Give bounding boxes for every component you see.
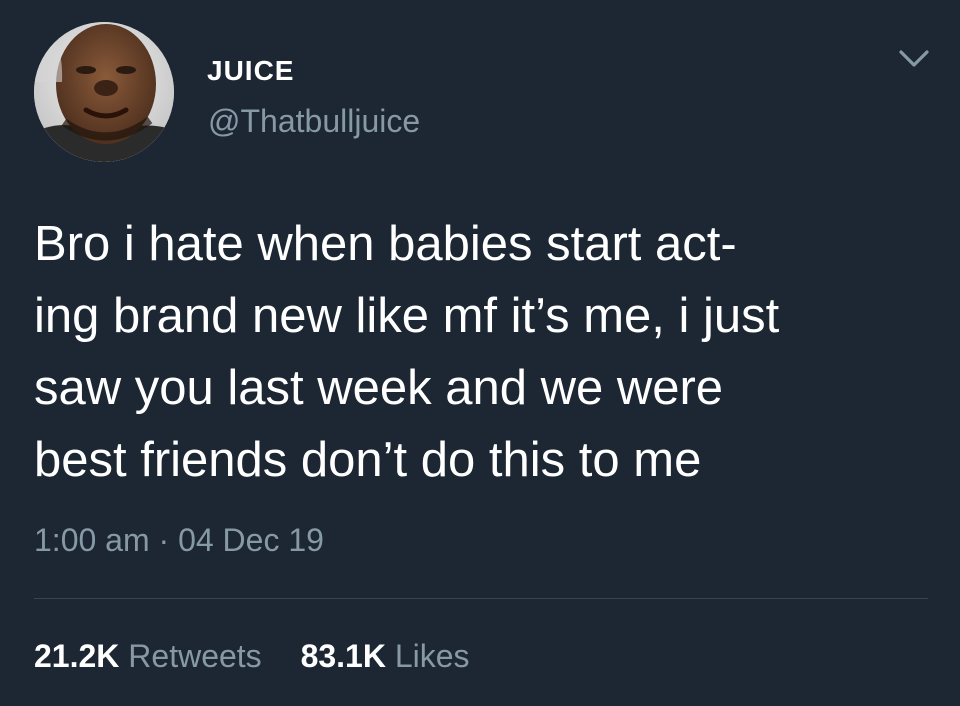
tweet-stats: 21.2K Retweets 83.1K Likes <box>34 638 500 675</box>
divider <box>34 598 928 599</box>
author-handle[interactable]: @Thatbulljuice <box>208 103 420 140</box>
likes-count: 83.1K <box>300 638 386 674</box>
profile-photo-icon <box>34 22 174 162</box>
tweet-text-line: ing brand new like mf it’s me, i just <box>34 289 780 343</box>
tweet-date: 04 Dec 19 <box>178 522 324 558</box>
timestamp-separator: · <box>158 522 170 558</box>
tweet-text-line: Bro i hate when babies start act- <box>34 217 737 271</box>
retweets-stat[interactable]: 21.2K Retweets <box>34 638 271 674</box>
author-name[interactable]: JUICE <box>207 55 294 87</box>
likes-label: Likes <box>394 638 470 674</box>
tweet-text-line: saw you last week and we were <box>34 361 724 415</box>
retweets-label: Retweets <box>128 638 262 674</box>
tweet-text: Bro i hate when babies start act- ing br… <box>34 208 934 496</box>
tweet-timestamp[interactable]: 1:00 am · 04 Dec 19 <box>34 522 324 559</box>
avatar[interactable] <box>34 22 174 162</box>
chevron-down-icon[interactable] <box>896 46 932 72</box>
tweet-card: JUICE @Thatbulljuice Bro i hate when bab… <box>0 0 960 706</box>
retweets-count: 21.2K <box>34 638 120 674</box>
tweet-text-line: best friends don’t do this to me <box>34 433 702 487</box>
tweet-time: 1:00 am <box>34 522 150 558</box>
likes-stat[interactable]: 83.1K Likes <box>301 638 470 674</box>
